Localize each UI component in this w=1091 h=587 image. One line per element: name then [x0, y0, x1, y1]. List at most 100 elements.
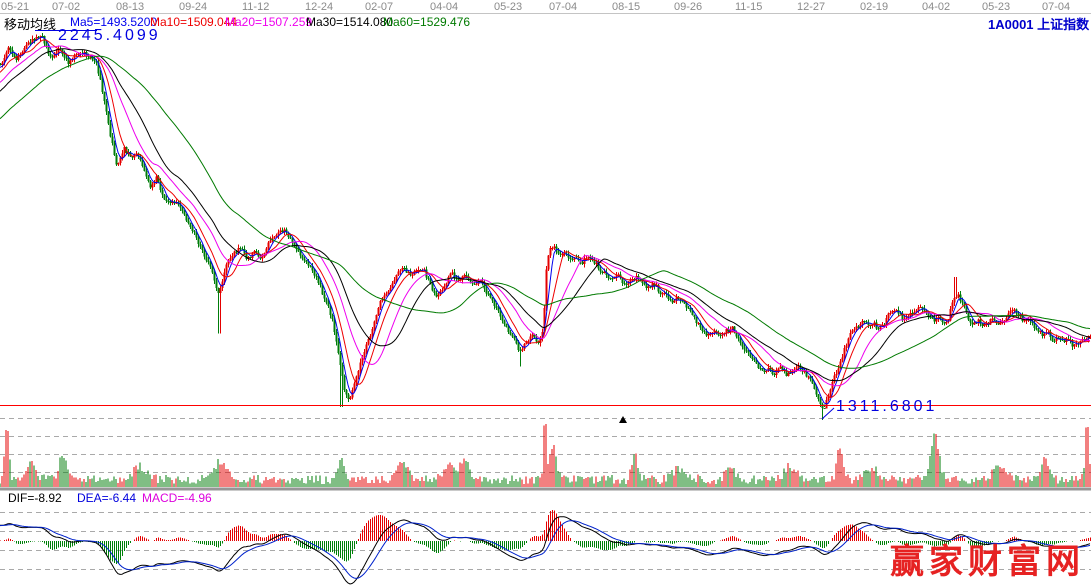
volume-bar	[536, 477, 537, 487]
volume-bar	[334, 478, 335, 487]
candle-body	[518, 343, 520, 350]
trough-pointer-line[interactable]	[822, 408, 834, 419]
candle-body	[1014, 309, 1016, 310]
volume-bar	[998, 466, 999, 487]
candle-body	[492, 297, 494, 300]
candle-body	[114, 143, 116, 155]
volume-bar	[512, 475, 513, 487]
candle-body	[502, 317, 504, 321]
volume-bar	[580, 476, 581, 487]
volume-bar	[924, 476, 925, 487]
volume-bar	[1050, 470, 1051, 487]
candle-body	[764, 370, 766, 372]
volume-bar	[126, 480, 127, 487]
volume-bar	[44, 475, 45, 487]
candle-body	[78, 54, 80, 55]
volume-bar	[158, 483, 159, 487]
candle-body	[186, 214, 188, 220]
candle-body	[476, 284, 478, 285]
volume-bar	[698, 475, 699, 487]
volume-bar	[554, 445, 555, 487]
event-marker-triangle-icon[interactable]	[619, 416, 627, 423]
x-axis-date-label: 07-04	[1042, 1, 1070, 13]
volume-bar	[482, 481, 483, 487]
symbol-title[interactable]: 1A0001 上证指数	[988, 14, 1089, 33]
volume-bar	[550, 455, 551, 487]
candle-body	[324, 294, 326, 298]
volume-bar	[938, 449, 939, 487]
volume-bar	[330, 483, 331, 487]
candle-body	[408, 272, 410, 273]
candle-body	[644, 283, 646, 285]
volume-bar	[498, 479, 499, 487]
indicator-title[interactable]: 移动均线	[4, 14, 56, 33]
volume-bar	[874, 471, 875, 487]
volume-bar	[548, 464, 549, 487]
volume-bar	[1030, 480, 1031, 487]
volume-bar	[82, 481, 83, 487]
volume-bar	[912, 478, 913, 487]
x-axis-date-label: 07-02	[52, 1, 80, 13]
volume-bar	[80, 478, 81, 487]
candle-body	[972, 323, 974, 325]
volume-bar	[364, 478, 365, 487]
volume-bar	[540, 478, 541, 487]
volume-bar	[656, 479, 657, 487]
volume-bar	[298, 479, 299, 487]
candle-body	[104, 92, 106, 101]
volume-bar	[408, 467, 409, 487]
volume-bar	[730, 467, 731, 487]
volume-bar	[850, 478, 851, 487]
volume-bar	[872, 468, 873, 487]
volume-bar	[980, 480, 981, 487]
candle-body	[42, 36, 44, 37]
volume-bar	[322, 484, 323, 487]
volume-bar	[452, 465, 453, 487]
volume-bar	[50, 476, 51, 487]
volume-bar	[360, 480, 361, 487]
volume-bar	[922, 480, 923, 487]
volume-bar	[666, 481, 667, 487]
candle-body	[348, 395, 350, 399]
candle-body	[742, 343, 744, 347]
volume-bar	[144, 472, 145, 487]
volume-bar	[78, 479, 79, 487]
candle-body	[26, 45, 28, 48]
candle-body	[820, 399, 822, 404]
volume-bar	[972, 479, 973, 487]
volume-bar	[72, 476, 73, 487]
candle-body	[122, 153, 124, 157]
candle-body	[1044, 334, 1046, 336]
volume-bar	[712, 481, 713, 487]
candle-body	[788, 373, 790, 376]
volume-bar	[516, 479, 517, 487]
volume-bar	[982, 478, 983, 487]
volume-bar	[1052, 474, 1053, 487]
candle-body	[760, 368, 762, 369]
volume-bar	[22, 478, 23, 487]
trough-price-label: 1311.6801	[836, 398, 937, 416]
volume-bar	[710, 484, 711, 487]
volume-bar	[438, 474, 439, 487]
volume-bar	[970, 484, 971, 487]
macd-value-label: DEA=-6.44	[77, 491, 136, 505]
candle-body	[1074, 345, 1076, 347]
volume-bar	[380, 483, 381, 487]
volume-bar	[756, 484, 757, 487]
volume-bar	[672, 470, 673, 487]
candle-body	[814, 384, 816, 389]
candle-body	[34, 39, 36, 40]
candle-body	[234, 252, 236, 256]
volume-bar	[676, 466, 677, 487]
volume-bar	[1012, 476, 1013, 487]
volume-bar	[760, 479, 761, 487]
candle-body	[216, 280, 218, 288]
volume-bar	[254, 475, 255, 487]
volume-bar	[534, 483, 535, 487]
candle-body	[488, 293, 490, 294]
volume-bar	[142, 471, 143, 487]
volume-bar	[494, 479, 495, 487]
volume-bar	[858, 480, 859, 487]
candle-body	[894, 311, 896, 312]
volume-bar	[58, 471, 59, 487]
